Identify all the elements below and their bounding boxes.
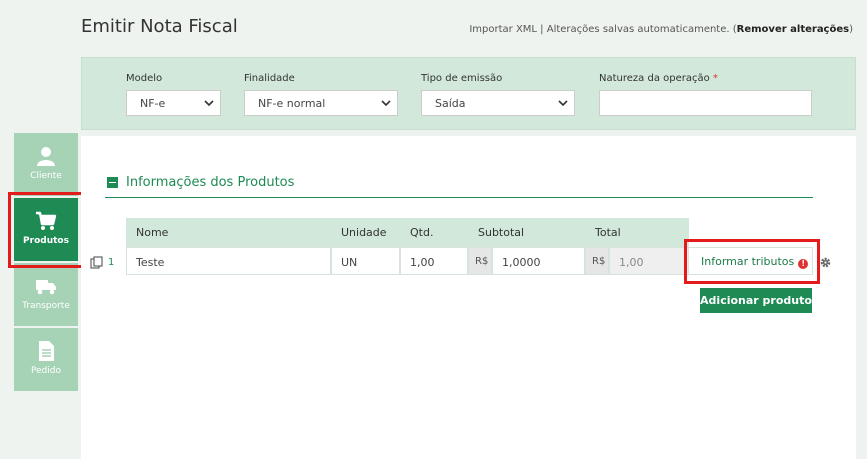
subtotal-currency-prefix: R$	[468, 247, 492, 275]
page-title: Emitir Nota Fiscal	[81, 16, 238, 37]
col-header-nome: Nome	[126, 218, 331, 247]
col-header-total: Total	[585, 218, 689, 247]
product-name-input[interactable]: Teste	[126, 247, 331, 275]
chevron-down-icon	[204, 100, 214, 107]
section-header[interactable]: Informações dos Produtos	[105, 174, 813, 198]
natureza-field: Natureza da operação *	[599, 73, 812, 116]
document-icon	[39, 341, 54, 361]
total-currency-prefix: R$	[585, 247, 609, 275]
highlight-box-tributos	[684, 239, 820, 284]
tipo-emissao-select[interactable]: Saída	[421, 90, 575, 116]
required-mark: *	[712, 73, 718, 84]
quantity-input[interactable]: 1,00	[400, 247, 468, 275]
modelo-field: Modelo NF-e	[126, 73, 221, 116]
import-xml-link[interactable]: Importar XML	[469, 24, 537, 35]
col-header-unidade: Unidade	[331, 218, 400, 247]
subtotal-input[interactable]: 1,0000	[492, 247, 585, 275]
highlight-box-produtos	[8, 192, 84, 268]
sidebar-item-label: Transporte	[22, 301, 70, 311]
sidebar-item-label: Cliente	[30, 171, 62, 181]
natureza-label: Natureza da operação *	[599, 73, 812, 84]
total-value: 1,00	[609, 247, 689, 275]
products-panel: Informações dos Produtos Nome Unidade Qt…	[81, 136, 856, 459]
user-icon	[37, 147, 55, 166]
remove-close-paren: )	[849, 24, 853, 35]
sidebar-item-transporte[interactable]: Transporte	[14, 263, 78, 326]
copy-icon[interactable]	[90, 256, 103, 269]
sidebar-item-pedido[interactable]: Pedido	[14, 328, 78, 391]
modelo-select[interactable]: NF-e	[126, 90, 221, 116]
sidebar-item-cliente[interactable]: Cliente	[14, 133, 78, 196]
row-index: 1	[108, 257, 115, 268]
natureza-input[interactable]	[599, 90, 812, 116]
gear-icon[interactable]	[819, 256, 832, 269]
unit-input[interactable]: UN	[331, 247, 400, 275]
modelo-value: NF-e	[140, 97, 166, 110]
top-bar-actions: Importar XML | Alterações salvas automat…	[469, 24, 853, 35]
tipo-emissao-label: Tipo de emissão	[421, 73, 503, 84]
remove-open-paren: (	[729, 24, 737, 35]
add-product-button[interactable]: Adicionar produto	[700, 288, 812, 313]
top-bar-separator: |	[537, 24, 547, 35]
tipo-emissao-field: Tipo de emissão Saída	[421, 73, 575, 116]
tipo-emissao-value: Saída	[435, 97, 466, 110]
chevron-down-icon	[558, 100, 568, 107]
finalidade-value: NF-e normal	[258, 97, 326, 110]
autosave-status: Alterações salvas automaticamente.	[546, 24, 730, 35]
truck-icon	[36, 280, 56, 295]
chevron-down-icon	[381, 100, 391, 107]
section-title: Informações dos Produtos	[126, 175, 295, 190]
invoice-header-panel: Modelo NF-e Finalidade NF-e normal Tipo …	[81, 57, 856, 130]
collapse-icon[interactable]	[107, 177, 118, 188]
finalidade-label: Finalidade	[244, 73, 295, 84]
finalidade-field: Finalidade NF-e normal	[244, 73, 398, 116]
sidebar-item-label: Pedido	[30, 366, 62, 376]
finalidade-select[interactable]: NF-e normal	[244, 90, 398, 116]
col-header-qtd: Qtd.	[400, 218, 468, 247]
modelo-label: Modelo	[126, 73, 163, 84]
remove-changes-link[interactable]: Remover alterações	[737, 24, 849, 35]
col-header-subtotal: Subtotal	[468, 218, 585, 247]
natureza-label-text: Natureza da operação	[599, 73, 710, 84]
